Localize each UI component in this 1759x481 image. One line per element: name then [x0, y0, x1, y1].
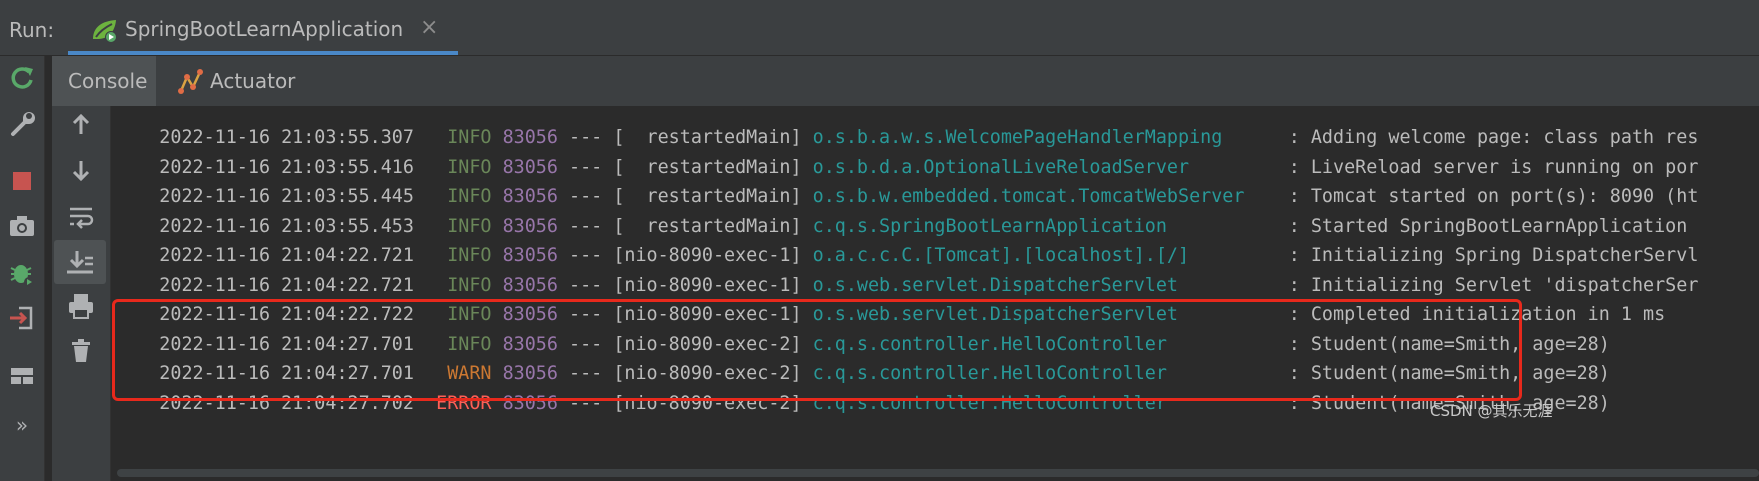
log-line: 2022-11-16 21:04:22.721 INFO 83056 --- [… [159, 274, 1699, 296]
highlight-box [112, 299, 1522, 401]
scroll-to-end-icon[interactable] [54, 240, 106, 284]
log-line: 2022-11-16 21:04:22.722 INFO 83056 --- [… [159, 304, 1666, 325]
actuator-icon [178, 67, 204, 99]
run-label: Run: [9, 18, 55, 42]
spring-boot-run-icon [90, 17, 120, 45]
tab-actuator-label: Actuator [210, 69, 296, 93]
scroll-down-icon[interactable] [64, 153, 98, 187]
print-icon[interactable] [64, 289, 98, 323]
soft-wrap-icon[interactable] [64, 199, 98, 233]
layout-icon[interactable] [5, 359, 39, 393]
log-line: 2022-11-16 21:04:22.721 INFO 83056 --- [… [159, 245, 1699, 266]
run-toolbar-left: » [0, 56, 45, 481]
log-line: 2022-11-16 21:03:55.307 INFO 83056 --- [… [159, 127, 1699, 148]
console-output[interactable]: 2022-11-16 21:03:55.307 INFO 83056 --- [… [111, 106, 1759, 481]
watermark: CSDN @其乐无涯 [1430, 402, 1553, 420]
wrench-icon[interactable] [5, 106, 39, 140]
log-line: 2022-11-16 21:03:55.416 INFO 83056 --- [… [159, 156, 1699, 178]
tab-actuator[interactable]: Actuator [174, 56, 296, 106]
active-tab-indicator [68, 51, 458, 55]
login-icon[interactable] [5, 301, 39, 335]
stop-icon[interactable] [5, 164, 39, 198]
run-tool-window-header: Run: SpringBootLearnApplication × [0, 8, 1759, 56]
scroll-up-icon[interactable] [64, 108, 98, 142]
horizontal-scrollbar[interactable] [117, 469, 1759, 477]
tab-console[interactable]: Console [52, 56, 156, 106]
run-subtabs: Console Actuator [52, 56, 1759, 106]
tab-console-label: Console [68, 69, 148, 93]
camera-icon[interactable] [5, 209, 39, 243]
close-icon[interactable]: × [420, 15, 438, 40]
more-icon[interactable]: » [5, 413, 39, 447]
log-line: 2022-11-16 21:03:55.445 INFO 83056 --- [… [159, 186, 1699, 207]
rerun-icon[interactable] [5, 61, 39, 95]
run-tab-springbootlearnapplication[interactable]: SpringBootLearnApplication × [68, 8, 458, 55]
console-toolbar [52, 106, 111, 481]
run-tab-title: SpringBootLearnApplication [125, 17, 404, 41]
log-line: 2022-11-16 21:03:55.453 INFO 83056 --- [… [159, 215, 1699, 237]
debug-bug-icon[interactable] [5, 256, 39, 290]
trash-icon[interactable] [64, 333, 98, 367]
